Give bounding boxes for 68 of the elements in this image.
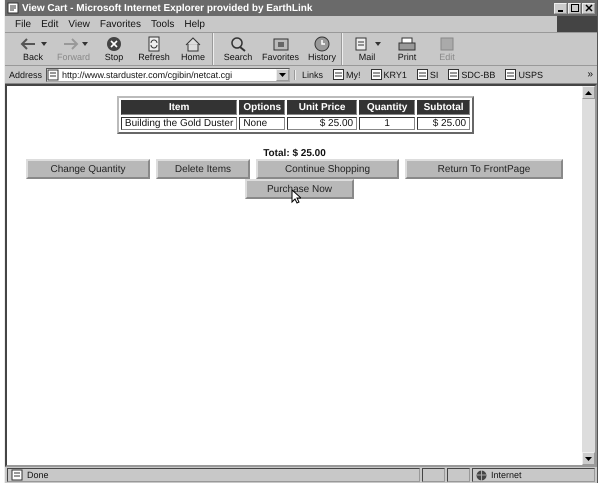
zone-text: Internet bbox=[491, 470, 522, 480]
link-item[interactable]: USPS bbox=[505, 69, 543, 80]
toolbar-button[interactable]: Refresh bbox=[134, 33, 174, 65]
toolbar-button[interactable]: Stop bbox=[94, 33, 134, 65]
cart-button[interactable]: Change Quantity bbox=[26, 159, 150, 179]
caret-icon bbox=[41, 42, 47, 46]
link-item[interactable]: My! bbox=[333, 69, 361, 80]
link-item[interactable]: KRY1 bbox=[370, 69, 407, 80]
status-text: Done bbox=[27, 470, 49, 480]
dropdown-button[interactable] bbox=[276, 68, 290, 80]
toolbar-button[interactable]: History bbox=[303, 33, 344, 65]
page-icon bbox=[370, 69, 382, 80]
cart-button[interactable]: Continue Shopping bbox=[256, 159, 399, 179]
column-header: Subtotal bbox=[417, 100, 470, 115]
page-icon bbox=[505, 69, 516, 80]
window-title: View Cart - Microsoft Internet Explorer provided by EarthLink bbox=[22, 2, 314, 14]
cart-button[interactable]: Delete Items bbox=[156, 159, 250, 179]
toolbar-button[interactable]: Search bbox=[218, 33, 258, 65]
column-header: Item bbox=[120, 100, 238, 115]
caret-icon bbox=[82, 42, 88, 46]
caret-icon bbox=[279, 72, 286, 76]
page-icon bbox=[47, 68, 60, 80]
caret-icon bbox=[375, 42, 382, 46]
history-icon bbox=[312, 36, 332, 52]
address-label: Address bbox=[9, 70, 42, 80]
menu-item[interactable]: Favorites bbox=[100, 18, 141, 30]
table-cell: $ 25.00 bbox=[417, 117, 470, 130]
page-icon bbox=[7, 2, 19, 14]
scrollbar[interactable] bbox=[582, 86, 595, 465]
menu-item[interactable]: Help bbox=[184, 18, 205, 30]
menu-item[interactable]: View bbox=[68, 18, 90, 30]
column-header: Quantity bbox=[359, 100, 416, 115]
more-links-button[interactable]: » bbox=[587, 69, 597, 80]
toolbar-button[interactable]: Home bbox=[174, 33, 214, 65]
menu-item[interactable]: File bbox=[15, 18, 32, 30]
link-item[interactable]: SDC-BB bbox=[448, 69, 496, 80]
throbber-panel bbox=[557, 16, 597, 32]
maximize-icon bbox=[570, 4, 578, 12]
table-cell: 1 bbox=[359, 117, 416, 130]
table-cell: $ 25.00 bbox=[287, 117, 358, 130]
links-label: Links bbox=[294, 70, 324, 80]
link-item[interactable]: SI bbox=[416, 69, 438, 80]
toolbar-button[interactable]: Favorites bbox=[258, 33, 304, 65]
page-icon bbox=[448, 69, 460, 80]
purchase-button[interactable]: Purchase Now bbox=[245, 179, 354, 199]
minimize-button[interactable] bbox=[554, 2, 567, 14]
menu-item[interactable]: Edit bbox=[41, 18, 58, 30]
cart-button[interactable]: Return To FrontPage bbox=[405, 159, 563, 179]
page-icon bbox=[11, 469, 23, 481]
down-arrow-icon bbox=[585, 456, 592, 460]
close-icon bbox=[584, 4, 592, 12]
maximize-button[interactable] bbox=[568, 2, 581, 14]
address-field[interactable]: http://www.starduster.com/cgibin/netcat.cgi bbox=[46, 68, 290, 82]
printer-icon bbox=[397, 36, 418, 52]
menu-item[interactable]: Tools bbox=[150, 18, 174, 30]
toolbar-button[interactable]: Back bbox=[13, 33, 53, 65]
column-header: Options bbox=[239, 100, 286, 115]
toolbar-button[interactable]: Print bbox=[387, 33, 428, 65]
page-icon bbox=[416, 69, 428, 80]
page-icon bbox=[333, 69, 344, 80]
table-cell: Building the Gold Duster bbox=[120, 117, 238, 130]
total-text: Total: $ 25.00 bbox=[263, 148, 326, 159]
table-cell: None bbox=[239, 117, 286, 130]
toolbar-button[interactable]: Mail bbox=[347, 33, 388, 65]
close-button[interactable] bbox=[582, 2, 595, 14]
up-arrow-icon bbox=[585, 90, 592, 94]
column-header: Unit Price bbox=[287, 100, 358, 115]
globe-icon bbox=[476, 470, 487, 480]
